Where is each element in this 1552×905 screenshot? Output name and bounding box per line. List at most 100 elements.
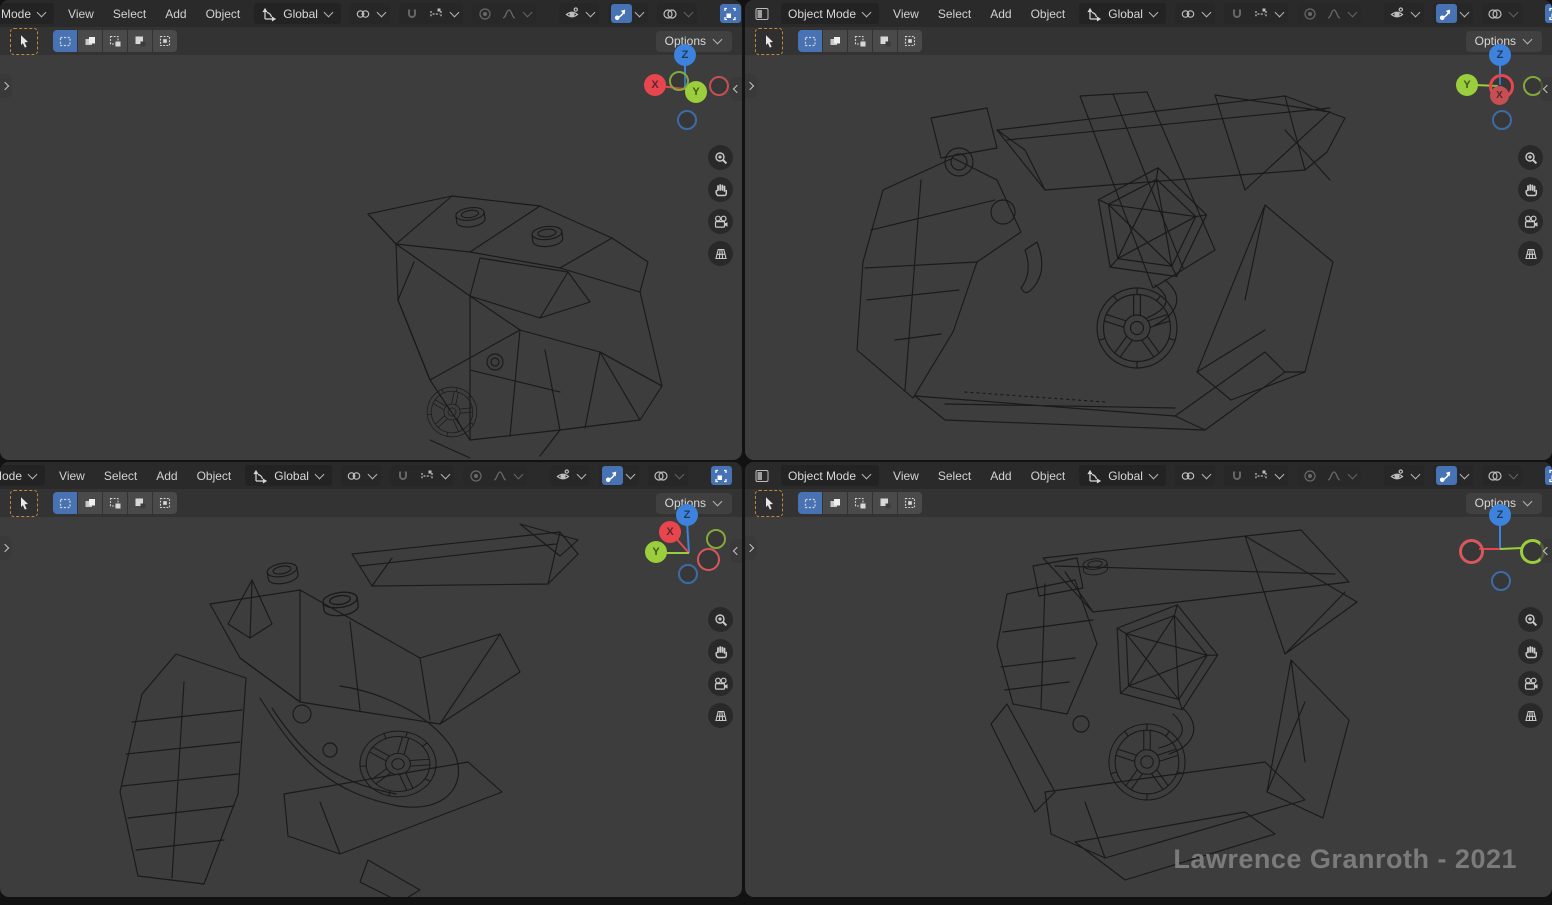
menu-object[interactable]: Object <box>192 467 237 485</box>
snap-target-button[interactable] <box>426 4 447 23</box>
select-box-difference-button[interactable] <box>873 492 897 514</box>
sidebar-collapse-tab[interactable] <box>1540 539 1552 563</box>
xray-toggle-button[interactable] <box>720 4 741 23</box>
tweak-tool-button[interactable] <box>10 490 38 517</box>
gizmo-axis-z[interactable]: Z <box>1489 44 1511 66</box>
proportional-edit-button[interactable] <box>475 4 496 23</box>
gizmo-axis-y[interactable]: Y <box>1456 74 1478 96</box>
select-box-subtract-button[interactable] <box>103 30 127 52</box>
menu-add[interactable]: Add <box>985 467 1016 485</box>
select-box-intersect-button[interactable] <box>898 492 922 514</box>
perspective-toggle-button[interactable] <box>708 703 733 728</box>
snap-toggle-button[interactable] <box>1227 4 1248 23</box>
select-box-difference-button[interactable] <box>128 492 152 514</box>
zoom-button[interactable] <box>1518 607 1543 632</box>
menu-view[interactable]: View <box>63 5 99 23</box>
snap-toggle-button[interactable] <box>1227 466 1248 485</box>
menu-view[interactable]: View <box>54 467 90 485</box>
gizmo-axis-z-neg[interactable] <box>1492 110 1512 130</box>
gizmo-axis-x-neg[interactable] <box>1459 539 1484 564</box>
menu-object[interactable]: Object <box>201 5 246 23</box>
pivot-point-button[interactable] <box>1178 4 1199 23</box>
visibility-button[interactable] <box>553 466 574 485</box>
mode-dropdown[interactable]: Object Mode <box>781 3 879 24</box>
proportional-edit-button[interactable] <box>466 466 487 485</box>
gizmo-axis-z-neg[interactable] <box>677 110 697 130</box>
zoom-button[interactable] <box>1518 145 1543 170</box>
tweak-tool-button[interactable] <box>755 28 783 55</box>
menu-select[interactable]: Select <box>933 467 976 485</box>
menu-add[interactable]: Add <box>151 467 182 485</box>
menu-select[interactable]: Select <box>99 467 142 485</box>
camera-view-button[interactable] <box>708 209 733 234</box>
overlays-button[interactable] <box>660 4 681 23</box>
pivot-point-button[interactable] <box>353 4 374 23</box>
viewport-canvas[interactable]: Z X Y <box>0 0 742 460</box>
pan-button[interactable] <box>708 639 733 664</box>
xray-toggle-button[interactable] <box>1545 466 1552 485</box>
select-box-difference-button[interactable] <box>873 30 897 52</box>
overlays-button[interactable] <box>651 466 672 485</box>
sidebar-collapse-tab[interactable] <box>1540 77 1552 101</box>
orientation-dropdown[interactable]: Global <box>254 3 341 24</box>
gizmo-toggle-button[interactable] <box>602 466 623 485</box>
gizmo-axis-z-neg[interactable] <box>1491 571 1511 591</box>
xray-toggle-button[interactable] <box>1545 4 1552 23</box>
gizmo-axis-x[interactable]: X <box>644 74 666 96</box>
gizmo-axis-z[interactable]: Z <box>674 44 696 66</box>
select-box-intersect-button[interactable] <box>153 30 177 52</box>
proportional-edit-button[interactable] <box>1300 466 1321 485</box>
camera-view-button[interactable] <box>1518 671 1543 696</box>
select-box-extend-button[interactable] <box>78 492 102 514</box>
overlays-button[interactable] <box>1485 466 1506 485</box>
gizmo-axis-y-neg[interactable] <box>669 71 689 91</box>
mode-dropdown[interactable]: Object Mode <box>0 3 54 24</box>
model-wireframe[interactable] <box>0 462 742 897</box>
mode-dropdown[interactable]: Object Mode <box>0 465 45 486</box>
tweak-tool-button[interactable] <box>755 490 783 517</box>
gizmo-axis-y[interactable]: Y <box>645 541 667 563</box>
pan-button[interactable] <box>708 177 733 202</box>
gizmo-axis-y-neg[interactable] <box>706 529 726 549</box>
gizmo-axis-z[interactable]: Z <box>1489 504 1511 526</box>
gizmo-axis-z[interactable]: Z <box>676 504 698 526</box>
toolbar-expand-tab[interactable] <box>745 536 757 560</box>
visibility-button[interactable] <box>562 4 583 23</box>
perspective-toggle-button[interactable] <box>1518 241 1543 266</box>
perspective-toggle-button[interactable] <box>708 241 733 266</box>
proportional-falloff-button[interactable] <box>1324 4 1345 23</box>
orientation-dropdown[interactable]: Global <box>245 465 332 486</box>
navigation-gizmo[interactable]: Z <box>1450 496 1546 592</box>
menu-add[interactable]: Add <box>160 5 191 23</box>
proportional-falloff-button[interactable] <box>490 466 511 485</box>
toolbar-expand-tab[interactable] <box>745 74 757 98</box>
viewport-canvas[interactable]: Z Lawrence Granroth - 2021 <box>745 462 1552 897</box>
menu-select[interactable]: Select <box>933 5 976 23</box>
snap-toggle-button[interactable] <box>393 466 414 485</box>
gizmo-toggle-button[interactable] <box>1436 466 1457 485</box>
navigation-gizmo[interactable]: Z X Y <box>640 496 736 592</box>
model-wireframe[interactable] <box>0 0 742 460</box>
camera-view-button[interactable] <box>1518 209 1543 234</box>
gizmo-axis-x[interactable]: X <box>659 521 681 543</box>
select-box-subtract-button[interactable] <box>848 492 872 514</box>
orientation-dropdown[interactable]: Global <box>1079 465 1166 486</box>
gizmo-axis-x-neg[interactable] <box>709 76 729 96</box>
pivot-point-button[interactable] <box>1178 466 1199 485</box>
visibility-button[interactable] <box>1387 4 1408 23</box>
overlays-button[interactable] <box>1485 4 1506 23</box>
select-box-subtract-button[interactable] <box>103 492 127 514</box>
select-box-difference-button[interactable] <box>128 30 152 52</box>
viewport-canvas[interactable]: Z X Y <box>0 462 742 897</box>
select-box-subtract-button[interactable] <box>848 30 872 52</box>
tweak-tool-button[interactable] <box>10 28 38 55</box>
menu-view[interactable]: View <box>888 5 924 23</box>
xray-toggle-button[interactable] <box>711 466 732 485</box>
orientation-dropdown[interactable]: Global <box>1079 3 1166 24</box>
gizmo-axis-x-neg[interactable] <box>697 548 720 571</box>
pan-button[interactable] <box>1518 177 1543 202</box>
select-box-intersect-button[interactable] <box>153 492 177 514</box>
snap-target-button[interactable] <box>417 466 438 485</box>
gizmo-axis-x[interactable]: X <box>1490 86 1509 105</box>
model-wireframe[interactable] <box>745 462 1552 897</box>
